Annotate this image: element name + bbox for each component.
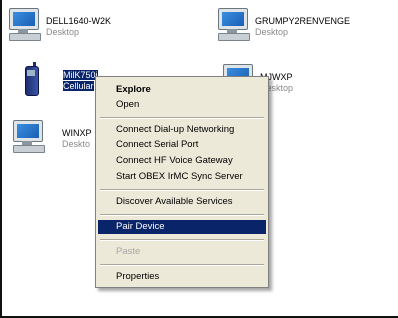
menu-item-properties[interactable]: Properties [98,270,266,284]
device-type: Deskto [62,139,91,149]
device-item-winxp[interactable]: WINXP Deskto [10,118,92,154]
menu-item-paste: Paste [116,246,141,257]
context-menu: Explore Open Connect Dial-up Networking … [95,76,269,288]
desktop-computer-icon [10,118,46,154]
menu-item-connect-dialup[interactable]: Connect Dial-up Networking [98,123,266,137]
device-type: Desktop [255,27,289,37]
device-name: DELL1640-W2K [46,16,112,26]
menu-separator [100,214,264,216]
device-name: GRUMPY2RENVENGE [255,16,351,26]
menu-item-discover-services[interactable]: Discover Available Services [98,195,266,209]
device-item-grumpy2renvenge[interactable]: GRUMPY2RENVENGE Desktop [215,6,350,42]
menu-item-start-obex[interactable]: Start OBEX IrMC Sync Server [98,170,266,184]
desktop-computer-icon [6,6,42,42]
device-item-milk750i[interactable]: MilK750i Cellular [15,62,98,98]
cell-phone-icon [15,62,43,98]
menu-item-connect-hf[interactable]: Connect HF Voice Gateway [98,154,266,168]
desktop-computer-icon [215,6,251,42]
menu-separator [100,117,264,119]
device-name: WINXP [62,128,92,138]
explorer-content-pane: DELL1640-W2K Desktop GRUMPY2RENVENGE Des… [0,0,398,318]
device-name: MilK750i [63,70,98,80]
menu-separator [100,189,264,191]
device-item-dell1640-w2k[interactable]: DELL1640-W2K Desktop [6,6,111,42]
menu-separator [100,264,264,266]
menu-item-connect-serial[interactable]: Connect Serial Port [98,138,266,152]
menu-separator [100,239,264,241]
menu-item-pair-device[interactable]: Pair Device [98,220,266,234]
device-type: Cellular [63,81,94,91]
device-type: Desktop [46,27,80,37]
menu-item-explore[interactable]: Explore [98,83,266,97]
menu-item-open[interactable]: Open [98,98,266,112]
